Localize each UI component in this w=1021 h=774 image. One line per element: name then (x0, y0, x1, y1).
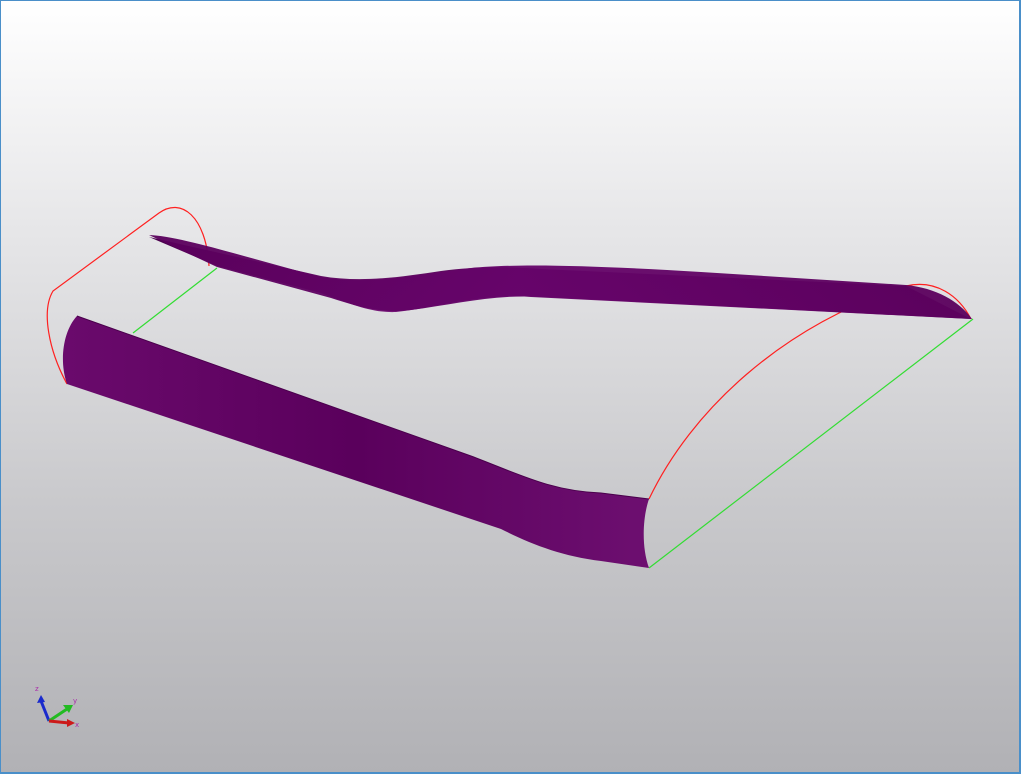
z-axis (39, 700, 51, 722)
left-connector-line (132, 267, 218, 334)
bottom-surface (62, 316, 649, 568)
z-axis-arrow (37, 695, 45, 703)
axis-triad: z y x (35, 685, 79, 729)
3d-viewport[interactable]: z y x (0, 0, 1021, 774)
y-axis-glyph: y (73, 697, 77, 705)
x-axis (48, 719, 70, 725)
y-axis (48, 707, 68, 723)
x-axis-glyph: x (75, 721, 79, 729)
model-scene[interactable] (1, 1, 1021, 774)
right-cap-outline (648, 283, 972, 500)
right-connector-line (648, 318, 974, 569)
x-axis-arrow (67, 719, 75, 727)
z-axis-glyph: z (35, 685, 39, 693)
top-surface (149, 235, 972, 319)
